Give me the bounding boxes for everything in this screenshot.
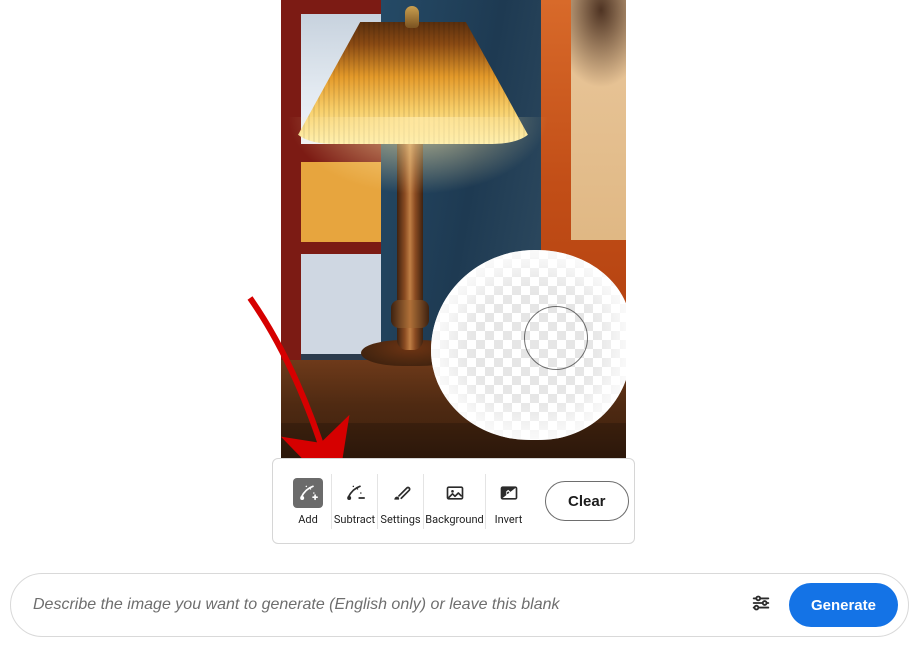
brush-icon bbox=[386, 478, 416, 508]
brush-settings-button[interactable]: Settings bbox=[377, 474, 423, 529]
sliders-icon bbox=[750, 592, 772, 618]
invert-button[interactable]: Invert bbox=[485, 474, 531, 529]
scene-lamp-stem bbox=[397, 130, 423, 350]
prompt-settings-button[interactable] bbox=[745, 589, 777, 621]
scene-window-lower bbox=[301, 162, 381, 242]
clear-button[interactable]: Clear bbox=[545, 481, 629, 521]
subtract-label: Subtract bbox=[334, 514, 375, 525]
invert-icon bbox=[494, 478, 524, 508]
scene-picture-shadow bbox=[571, 0, 626, 120]
clear-label: Clear bbox=[568, 493, 606, 510]
brush-subtract-icon bbox=[340, 478, 370, 508]
image-canvas[interactable] bbox=[281, 0, 626, 458]
scene-window-bar bbox=[301, 144, 381, 162]
prompt-bar: Generate bbox=[10, 573, 909, 637]
selection-toolbar: Add Subtract S bbox=[272, 458, 635, 544]
invert-label: Invert bbox=[495, 514, 523, 525]
select-background-button[interactable]: Background bbox=[423, 474, 485, 529]
add-label: Add bbox=[298, 514, 318, 525]
scene-window-lower2 bbox=[301, 254, 381, 354]
background-label: Background bbox=[425, 514, 483, 525]
scene-lampshade bbox=[293, 22, 533, 144]
prompt-input[interactable] bbox=[33, 596, 733, 614]
brush-cursor bbox=[524, 306, 588, 370]
subtract-button[interactable]: Subtract bbox=[331, 474, 377, 529]
add-button[interactable]: Add bbox=[285, 474, 331, 529]
generate-label: Generate bbox=[811, 597, 876, 614]
generate-button[interactable]: Generate bbox=[789, 583, 898, 627]
brush-settings-label: Settings bbox=[380, 514, 420, 525]
scene-lamp-finial bbox=[405, 6, 419, 28]
brush-add-icon bbox=[293, 478, 323, 508]
image-icon bbox=[440, 478, 470, 508]
tool-group: Add Subtract S bbox=[285, 474, 531, 529]
scene-window-bar2 bbox=[301, 242, 381, 254]
